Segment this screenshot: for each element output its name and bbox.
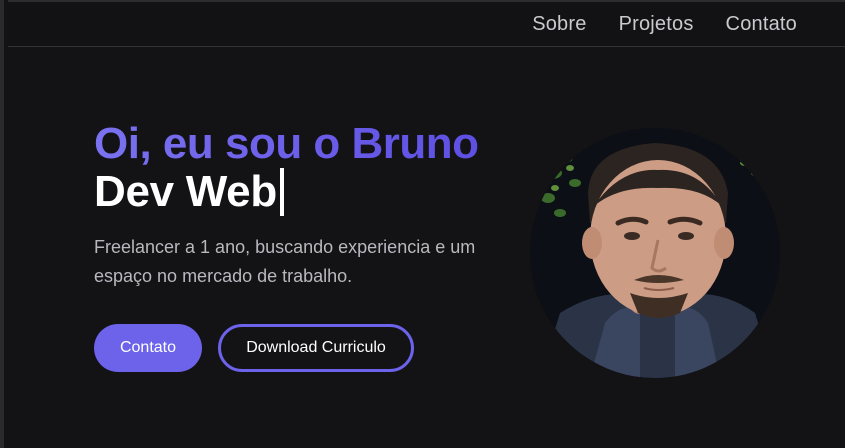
download-cv-button[interactable]: Download Curriculo: [218, 324, 414, 372]
hero-greeting: Oi, eu sou o Bruno: [94, 119, 479, 168]
profile-photo-icon: [530, 128, 780, 378]
hero-role: Dev Web: [94, 166, 284, 218]
typing-caret: [279, 168, 284, 216]
profile-photo-avatar: [530, 128, 780, 378]
main-nav: Sobre Projetos Contato: [532, 13, 797, 36]
nav-link-sobre[interactable]: Sobre: [532, 13, 586, 36]
nav-link-contato[interactable]: Contato: [726, 13, 797, 36]
nav-link-projetos[interactable]: Projetos: [619, 13, 694, 36]
hero-role-text: Dev Web: [94, 167, 277, 216]
top-navbar: Sobre Projetos Contato: [8, 0, 845, 47]
page: Sobre Projetos Contato Oi, eu sou o Brun…: [0, 0, 845, 448]
hero-description: Freelancer a 1 ano, buscando experiencia…: [94, 237, 476, 286]
contact-button[interactable]: Contato: [94, 324, 202, 372]
